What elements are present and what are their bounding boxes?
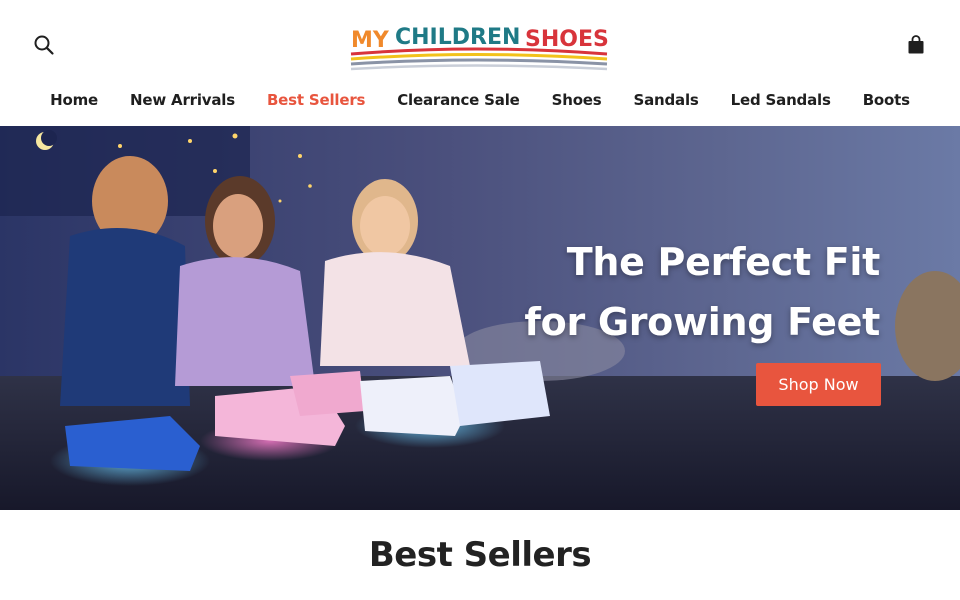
nav-item-clearance-sale[interactable]: Clearance Sale xyxy=(397,91,520,109)
nav-item-led-sandals[interactable]: Led Sandals xyxy=(731,91,831,109)
logo-text-my: MY xyxy=(351,28,390,53)
nav-item-shoes[interactable]: Shoes xyxy=(552,91,602,109)
shop-now-button[interactable]: Shop Now xyxy=(756,363,881,406)
main-nav: Home New Arrivals Best Sellers Clearance… xyxy=(0,84,960,116)
hero-heading: The Perfect Fit for Growing Feet xyxy=(360,232,880,352)
nav-item-home[interactable]: Home xyxy=(50,91,98,109)
best-sellers-heading: Best Sellers xyxy=(368,535,592,575)
hero-banner: The Perfect Fit for Growing Feet Shop No… xyxy=(0,126,960,510)
search-icon[interactable] xyxy=(30,31,58,59)
shopping-bag-icon[interactable] xyxy=(902,31,930,59)
hero-heading-line1: The Perfect Fit xyxy=(566,240,881,284)
logo-text-children: CHILDREN xyxy=(395,25,520,50)
nav-item-new-arrivals[interactable]: New Arrivals xyxy=(130,91,235,109)
site-logo[interactable]: MY CHILDREN SHOES xyxy=(345,14,615,72)
site-header: MY CHILDREN SHOES Home New Arrivals Best… xyxy=(0,0,960,127)
hero-heading-line2: for Growing Feet xyxy=(524,300,880,344)
nav-item-best-sellers[interactable]: Best Sellers xyxy=(267,91,365,109)
nav-item-boots[interactable]: Boots xyxy=(863,91,910,109)
logo-text-shoes: SHOES xyxy=(525,27,609,52)
nav-item-sandals[interactable]: Sandals xyxy=(634,91,699,109)
